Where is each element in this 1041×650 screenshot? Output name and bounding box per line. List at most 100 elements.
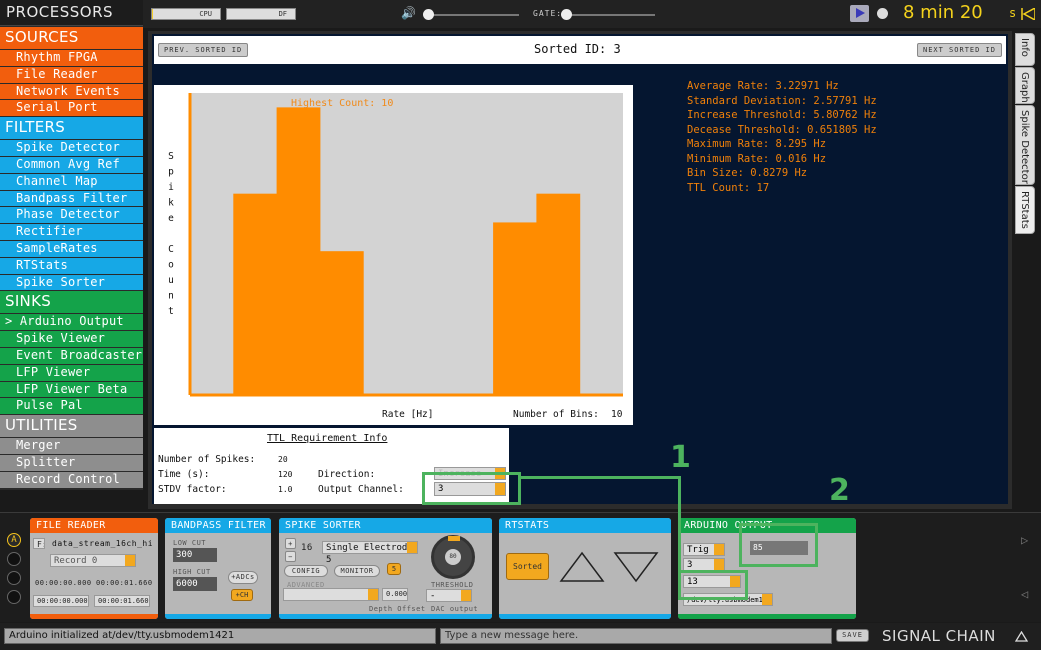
advanced-select[interactable] <box>283 588 379 601</box>
remove-electrode-button[interactable]: − <box>285 551 296 562</box>
add-electrode-button[interactable]: + <box>285 538 296 549</box>
utility-item[interactable]: Merger <box>0 438 143 454</box>
tab-spike-detector[interactable]: Spike Detector <box>1015 105 1035 185</box>
filter-item[interactable]: Rectifier <box>0 224 143 240</box>
trigger-mode-select[interactable]: Trig <box>683 543 725 556</box>
current-start-time[interactable]: 00:00:00.000 <box>33 595 89 607</box>
sources-category[interactable]: SOURCES <box>0 27 143 49</box>
utility-item[interactable]: Record Control <box>0 471 143 488</box>
add-adcs-button[interactable]: +ADCs <box>228 571 258 584</box>
monitor-channel-badge[interactable]: 5 <box>387 563 401 575</box>
histogram-bar <box>319 251 364 395</box>
stat-maximum-rate: Maximum Rate: 8.295 Hz <box>687 138 827 150</box>
utility-item[interactable]: Splitter <box>0 454 143 471</box>
annotation-box-1b <box>678 570 748 600</box>
increase-triangle-icon[interactable] <box>559 551 605 583</box>
source-item[interactable]: Rhythm FPGA <box>0 50 143 66</box>
y-axis-label-char: k <box>168 198 174 209</box>
sinks-category[interactable]: SINKS <box>0 291 143 314</box>
signal-chain-label[interactable]: SIGNAL CHAIN <box>882 627 996 645</box>
low-cut-input[interactable]: 300 <box>173 548 217 562</box>
collapse-icon[interactable] <box>1019 8 1035 20</box>
chain-slot[interactable] <box>7 571 21 585</box>
highest-count-label: Highest Count: 10 <box>291 98 393 109</box>
chain-badge[interactable]: A <box>7 533 21 547</box>
time-value: 120 <box>278 470 293 479</box>
message-input[interactable]: Type a new message here. <box>440 628 832 644</box>
gate-slider-knob[interactable] <box>561 9 572 20</box>
volume-slider-knob[interactable] <box>423 9 434 20</box>
signal-chain-selector: A <box>4 517 24 617</box>
save-message-button[interactable]: SAVE <box>836 629 869 642</box>
filter-item[interactable]: Common Avg Ref <box>0 156 143 173</box>
gate-slider[interactable] <box>563 14 655 16</box>
tab-graph-label: Graph <box>1019 72 1030 103</box>
high-cut-input[interactable]: 6000 <box>173 577 217 591</box>
add-channel-button[interactable]: +CH <box>231 589 253 601</box>
tab-rtstats[interactable]: RTStats <box>1015 186 1035 234</box>
threshold-knob[interactable]: 80 <box>431 535 475 579</box>
tab-graph[interactable]: Graph <box>1015 67 1035 104</box>
sink-item[interactable]: Pulse Pal <box>0 398 143 415</box>
chain-scroll-right-icon[interactable]: ▷ <box>1021 533 1028 547</box>
low-cut-label: LOW CUT <box>173 539 207 547</box>
dac-output-label: DAC output <box>431 605 479 613</box>
electrode-channel-count[interactable]: 16 <box>301 543 313 553</box>
file-reader-filename[interactable]: data_stream_16ch_hippocampus <box>52 539 152 548</box>
sorted-toggle-button[interactable]: Sorted <box>506 553 549 580</box>
filter-item[interactable]: Bandpass Filter <box>0 190 143 207</box>
speaker-icon[interactable]: 🔊 <box>401 6 416 20</box>
expand-icon[interactable] <box>1015 631 1028 642</box>
record-select[interactable]: Record 0 <box>50 554 136 567</box>
chain-slot[interactable] <box>7 590 21 604</box>
file-end-time: 00:00:01.660 <box>96 579 153 587</box>
histogram-chart: Highest Count: 10 Spike Count Rate [Hz] Numb… <box>168 93 623 420</box>
rtstats-module[interactable]: RTSTATS Sorted <box>499 518 671 619</box>
depth-offset-input[interactable]: 0.0000 <box>382 588 408 601</box>
sink-item-selected[interactable]: > Arduino Output <box>0 314 143 331</box>
sink-item[interactable]: LFP Viewer <box>0 364 143 381</box>
file-reader-module[interactable]: FILE READER F: data_stream_16ch_hippocam… <box>30 518 158 619</box>
filter-item[interactable]: Spike Detector <box>0 140 143 156</box>
sink-item[interactable]: Spike Viewer <box>0 331 143 347</box>
y-axis-label-char: i <box>168 182 174 193</box>
high-cut-label: HIGH CUT <box>173 568 211 576</box>
stat-decrease-threshold: Decease Threshold: 0.651805 Hz <box>687 123 877 136</box>
filter-item[interactable]: RTStats <box>0 257 143 274</box>
dac-output-value: - <box>430 591 436 601</box>
file-start-time: 00:00:00.000 <box>35 579 92 587</box>
chain-slot[interactable] <box>7 552 21 566</box>
filter-item[interactable]: SampleRates <box>0 240 143 257</box>
source-item[interactable]: Network Events <box>0 83 143 100</box>
cpu-meter-fill <box>152 9 154 19</box>
sink-item[interactable]: LFP Viewer Beta <box>0 381 143 398</box>
filter-item[interactable]: Phase Detector <box>0 207 143 224</box>
current-end-time[interactable]: 00:00:01.660 <box>94 595 150 607</box>
filters-category[interactable]: FILTERS <box>0 117 143 140</box>
config-button[interactable]: CONFIG <box>284 565 328 577</box>
source-item[interactable]: File Reader <box>0 66 143 83</box>
stdv-value: 1.0 <box>278 485 293 494</box>
prev-sorted-id-button[interactable]: PREV. SORTED ID <box>158 43 249 57</box>
electrode-select[interactable]: Single Electrode 5 <box>322 541 418 565</box>
play-icon[interactable] <box>850 5 869 22</box>
record-icon[interactable] <box>877 8 888 19</box>
next-sorted-id-button[interactable]: NEXT SORTED ID <box>916 43 1002 57</box>
tab-info[interactable]: Info <box>1015 33 1035 66</box>
volume-slider[interactable] <box>424 14 519 16</box>
sink-item[interactable]: Event Broadcaster <box>0 347 143 364</box>
source-item[interactable]: Serial Port <box>0 100 143 117</box>
utilities-group: UTILITIES Merger Splitter Record Control <box>0 415 143 488</box>
dac-output-select[interactable]: - <box>426 589 472 602</box>
filter-item[interactable]: Channel Map <box>0 173 143 190</box>
monitor-button[interactable]: MONITOR <box>334 565 380 577</box>
utilities-category[interactable]: UTILITIES <box>0 415 143 438</box>
spike-sorter-module[interactable]: SPIKE SORTER + − 16 Single Electrode 5 C… <box>279 518 492 619</box>
processor-list: PROCESSORS SOURCES Rhythm FPGA File Read… <box>0 0 143 490</box>
num-spikes-label: Number of Spikes: <box>158 454 256 465</box>
decrease-triangle-icon[interactable] <box>613 551 659 583</box>
bandpass-filter-module[interactable]: BANDPASS FILTER LOW CUT 300 HIGH CUT 600… <box>165 518 271 619</box>
filter-item[interactable]: Spike Sorter <box>0 274 143 291</box>
record-select-value: Record 0 <box>54 556 98 566</box>
chain-scroll-left-icon[interactable]: ◁ <box>1021 587 1028 601</box>
